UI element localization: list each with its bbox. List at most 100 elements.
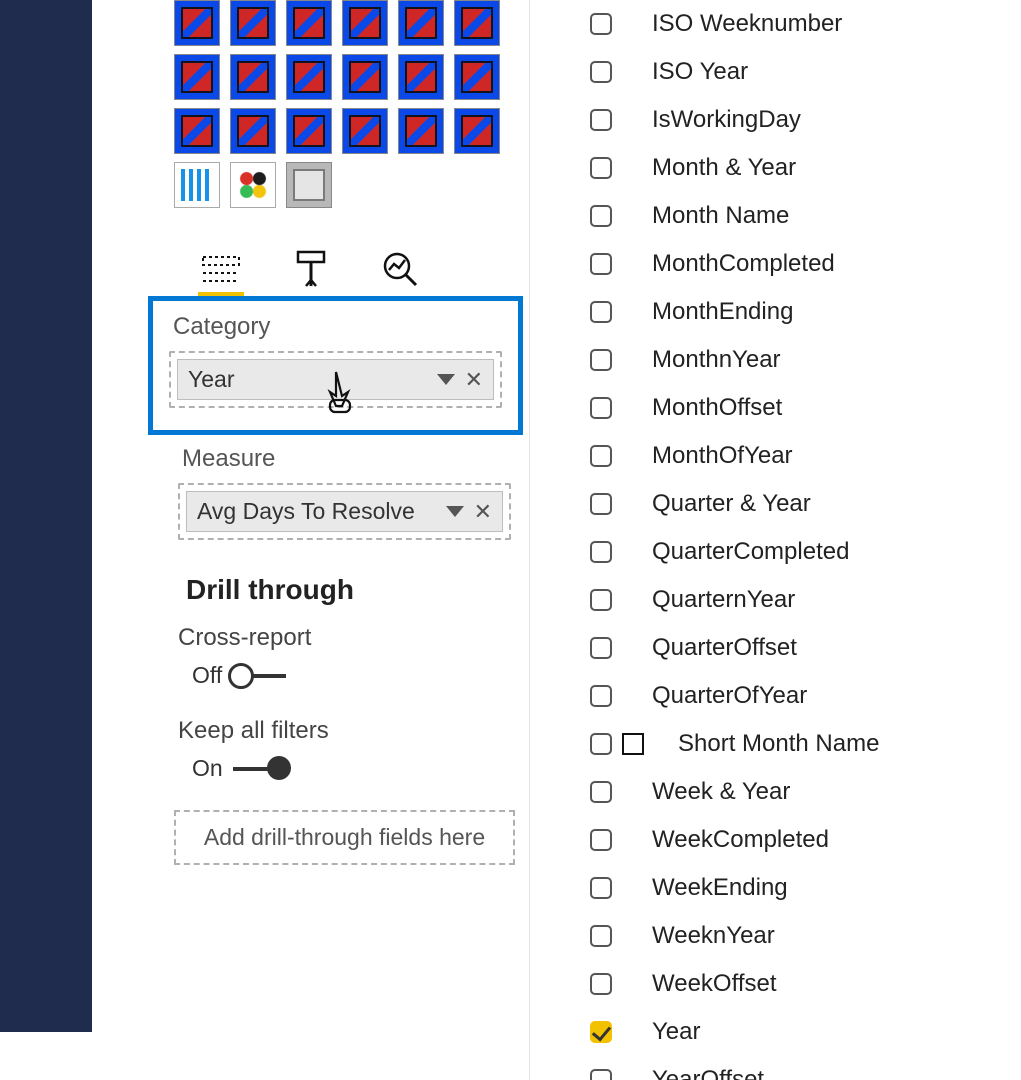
viz-tile[interactable] — [174, 162, 220, 208]
field-checkbox[interactable] — [590, 733, 612, 755]
viz-tile[interactable] — [342, 54, 388, 100]
field-row[interactable]: Year — [570, 1008, 1021, 1056]
remove-icon[interactable]: ✕ — [465, 369, 483, 391]
field-row[interactable]: MonthOfYear — [570, 432, 1021, 480]
field-checkbox[interactable] — [590, 205, 612, 227]
field-label: YearOffset — [652, 1066, 764, 1080]
viz-tile[interactable] — [342, 0, 388, 46]
field-checkbox[interactable] — [590, 685, 612, 707]
field-row[interactable]: WeekOffset — [570, 960, 1021, 1008]
field-row[interactable]: Quarter & Year — [570, 480, 1021, 528]
viz-tile[interactable] — [398, 54, 444, 100]
field-label: QuarterOfYear — [652, 682, 807, 710]
viz-tile[interactable] — [286, 0, 332, 46]
field-checkbox[interactable] — [590, 1069, 612, 1080]
viz-tile[interactable] — [174, 54, 220, 100]
field-checkbox[interactable] — [590, 445, 612, 467]
field-row[interactable]: WeeknYear — [570, 912, 1021, 960]
field-row[interactable]: MonthEnding — [570, 288, 1021, 336]
field-checkbox[interactable] — [590, 13, 612, 35]
field-label: Short Month Name — [678, 730, 879, 758]
viz-tile[interactable] — [230, 0, 276, 46]
field-checkbox[interactable] — [590, 781, 612, 803]
viz-tile[interactable] — [230, 54, 276, 100]
field-label: WeeknYear — [652, 922, 775, 950]
viz-tile[interactable] — [286, 162, 332, 208]
field-row[interactable]: WeekEnding — [570, 864, 1021, 912]
field-checkbox[interactable] — [590, 973, 612, 995]
field-row[interactable]: IsWorkingDay — [570, 96, 1021, 144]
field-checkbox[interactable] — [590, 925, 612, 947]
field-checkbox[interactable] — [590, 301, 612, 323]
field-row[interactable]: Month & Year — [570, 144, 1021, 192]
field-label: WeekEnding — [652, 874, 788, 902]
viz-tile[interactable] — [454, 108, 500, 154]
field-row[interactable]: QuarterOfYear — [570, 672, 1021, 720]
field-row[interactable]: Month Name — [570, 192, 1021, 240]
fields-tab[interactable] — [198, 250, 244, 290]
field-label: MonthnYear — [652, 346, 781, 374]
field-row[interactable]: Week & Year — [570, 768, 1021, 816]
viz-tile[interactable] — [454, 54, 500, 100]
field-row[interactable]: YearOffset — [570, 1056, 1021, 1080]
viz-tile[interactable] — [286, 108, 332, 154]
field-checkbox[interactable] — [590, 541, 612, 563]
field-label: QuarternYear — [652, 586, 795, 614]
field-row[interactable]: MonthnYear — [570, 336, 1021, 384]
measure-label: Measure — [182, 445, 511, 473]
field-label: MonthOffset — [652, 394, 782, 422]
field-row[interactable]: QuarternYear — [570, 576, 1021, 624]
field-checkbox[interactable] — [590, 349, 612, 371]
visualization-gallery — [160, 0, 529, 224]
field-row[interactable]: Short Month Name — [570, 720, 1021, 768]
chevron-down-icon[interactable] — [446, 506, 464, 517]
field-label: Year — [652, 1018, 701, 1046]
remove-icon[interactable]: ✕ — [474, 501, 492, 523]
viz-tile[interactable] — [398, 108, 444, 154]
field-row[interactable]: QuarterCompleted — [570, 528, 1021, 576]
field-row[interactable]: MonthCompleted — [570, 240, 1021, 288]
field-checkbox[interactable] — [590, 877, 612, 899]
field-checkbox[interactable] — [590, 397, 612, 419]
field-row[interactable]: ISO Year — [570, 48, 1021, 96]
category-field-well-highlight: Category Year ✕ — [148, 296, 523, 435]
field-checkbox[interactable] — [590, 829, 612, 851]
field-label: ISO Weeknumber — [652, 10, 842, 38]
field-row[interactable]: ISO Weeknumber — [570, 0, 1021, 48]
category-field-well[interactable]: Year ✕ — [169, 351, 502, 408]
field-row[interactable]: MonthOffset — [570, 384, 1021, 432]
drill-through-dropzone[interactable]: Add drill-through fields here — [174, 810, 515, 865]
field-checkbox[interactable] — [590, 61, 612, 83]
viz-tile[interactable] — [174, 108, 220, 154]
cross-report-toggle[interactable]: Off — [192, 662, 511, 689]
viz-tile[interactable] — [342, 108, 388, 154]
viz-tile[interactable] — [230, 162, 276, 208]
viz-tile[interactable] — [174, 0, 220, 46]
field-checkbox[interactable] — [590, 109, 612, 131]
cross-report-state: Off — [192, 662, 222, 689]
field-row[interactable]: QuarterOffset — [570, 624, 1021, 672]
viz-tile[interactable] — [230, 108, 276, 154]
measure-field-chip[interactable]: Avg Days To Resolve ✕ — [186, 491, 503, 532]
field-checkbox[interactable] — [590, 1021, 612, 1043]
field-label: Week & Year — [652, 778, 790, 806]
measure-field-well[interactable]: Avg Days To Resolve ✕ — [178, 483, 511, 540]
field-row[interactable]: WeekCompleted — [570, 816, 1021, 864]
viz-tile[interactable] — [398, 0, 444, 46]
viz-tile[interactable] — [286, 54, 332, 100]
field-checkbox[interactable] — [590, 637, 612, 659]
category-field-chip[interactable]: Year ✕ — [177, 359, 494, 400]
field-checkbox[interactable] — [590, 157, 612, 179]
analytics-tab[interactable] — [378, 250, 424, 290]
toggle-on-icon — [233, 767, 287, 771]
keep-filters-label: Keep all filters — [178, 717, 511, 745]
field-checkbox[interactable] — [590, 253, 612, 275]
field-label: IsWorkingDay — [652, 106, 801, 134]
field-checkbox[interactable] — [590, 493, 612, 515]
keep-filters-toggle[interactable]: On — [192, 755, 511, 782]
chevron-down-icon[interactable] — [437, 374, 455, 385]
format-tab[interactable] — [288, 250, 334, 290]
field-checkbox[interactable] — [590, 589, 612, 611]
category-field-value: Year — [188, 366, 234, 393]
viz-tile[interactable] — [454, 0, 500, 46]
